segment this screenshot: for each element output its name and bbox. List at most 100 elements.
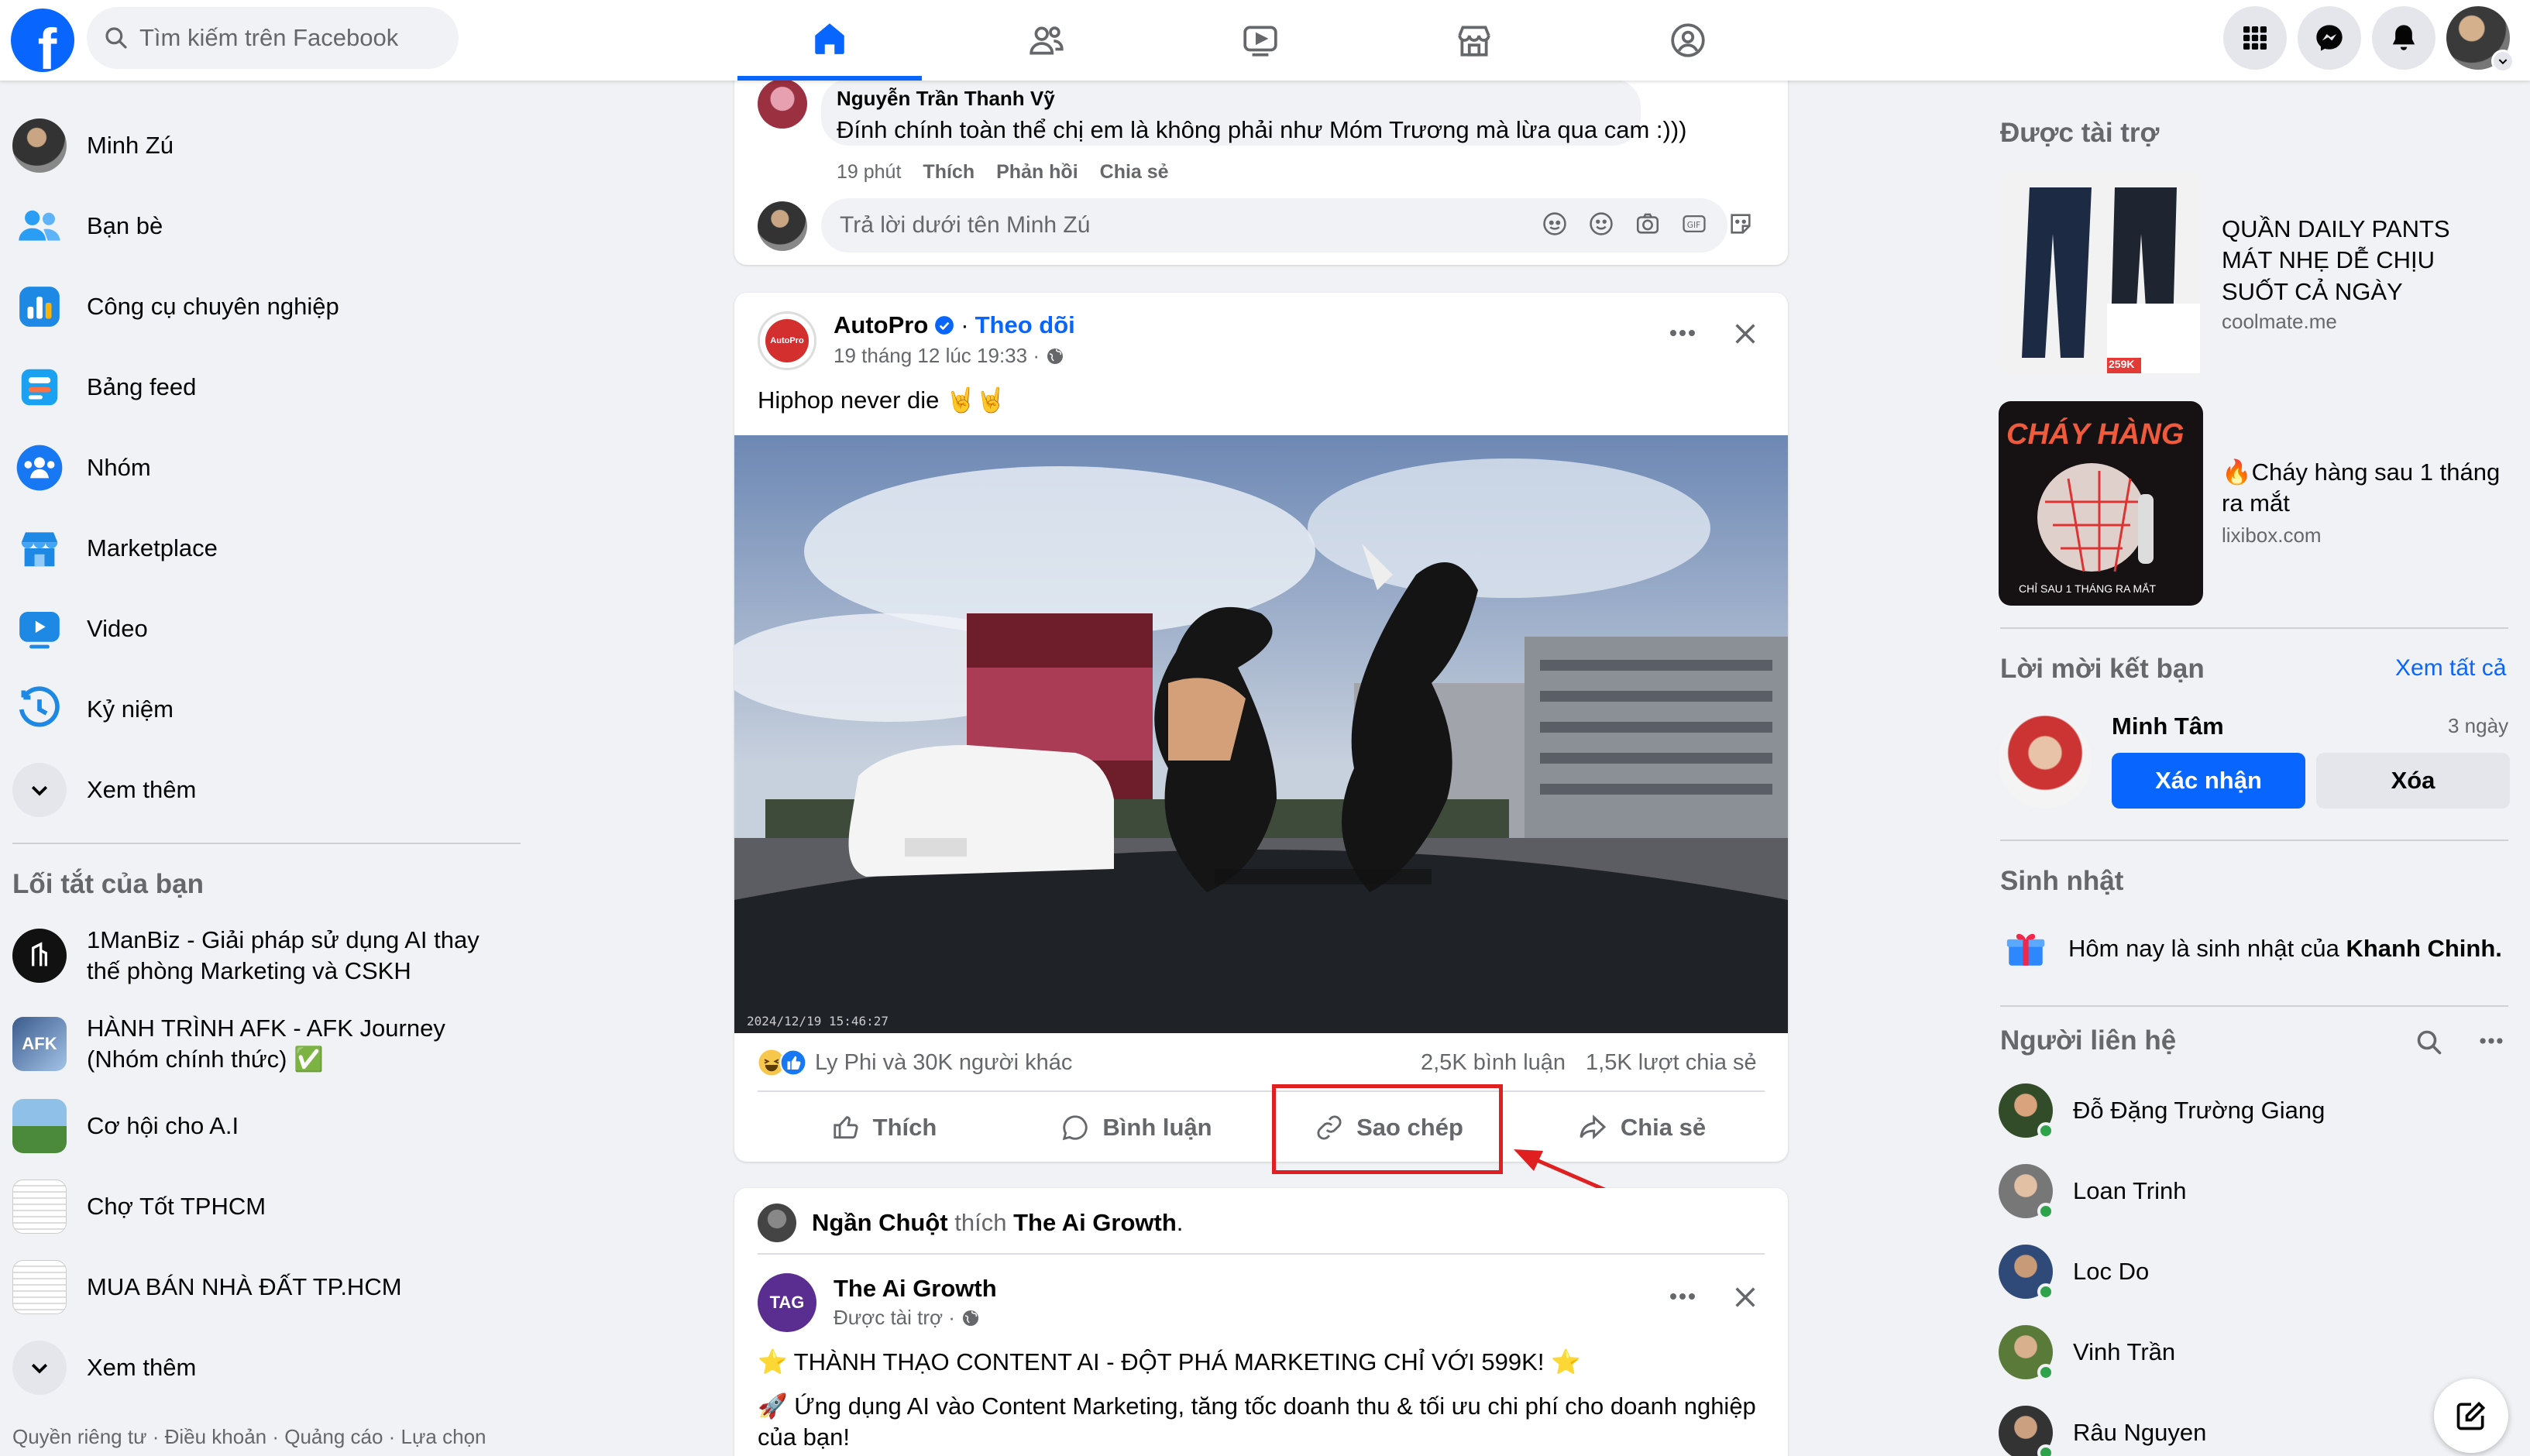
activity-page[interactable]: The Ai Growth — [1013, 1209, 1177, 1236]
camera-icon[interactable] — [1635, 211, 1661, 237]
sidebar-item-friends[interactable]: Bạn bè — [12, 189, 516, 263]
comment-button[interactable]: Bình luận — [1010, 1097, 1263, 1159]
messenger-button[interactable] — [2298, 6, 2361, 70]
shortcut-item[interactable]: Chợ Tốt TPHCM — [12, 1169, 516, 1244]
notifications-button[interactable] — [2372, 6, 2435, 70]
gif-icon[interactable]: GIF — [1681, 211, 1707, 237]
post-author[interactable]: The Ai Growth — [834, 1275, 997, 1303]
ai-growth-logo[interactable]: TAG — [758, 1273, 816, 1332]
sidebar-item-memories[interactable]: Kỷ niệm — [12, 672, 516, 747]
shortcut-item[interactable]: Cơ hội cho A.I — [12, 1089, 516, 1163]
search-placeholder: Tìm kiếm trên Facebook — [139, 24, 399, 51]
sidebar-item-label: Marketplace — [87, 534, 218, 561]
facebook-logo-icon[interactable]: f — [11, 9, 74, 72]
gaming-profile-icon — [1671, 23, 1705, 57]
confirm-button[interactable]: Xác nhận — [2112, 753, 2305, 809]
contact-item[interactable]: Vinh Trần — [1999, 1315, 2175, 1389]
ad-domain[interactable]: lixibox.com — [2222, 524, 2322, 548]
ad-domain[interactable]: coolmate.me — [2222, 310, 2337, 334]
sidebar-item-profile[interactable]: Minh Zú — [12, 108, 516, 183]
tab-friends[interactable] — [954, 0, 1139, 81]
avatar[interactable] — [758, 79, 807, 129]
activity-user[interactable]: Ngần Chuột — [812, 1209, 948, 1236]
comment-author[interactable]: Nguyễn Trần Thanh Vỹ — [837, 87, 1055, 111]
contact-name: Loc Do — [2073, 1258, 2150, 1285]
birthday-name[interactable]: Khanh Chinh. — [2346, 935, 2501, 962]
search-input[interactable]: Tìm kiếm trên Facebook — [87, 7, 459, 69]
chevron-down-icon — [12, 1341, 67, 1395]
sidebar-see-more-button[interactable]: Xem thêm — [12, 753, 516, 827]
sidebar-item-marketplace[interactable]: Marketplace — [12, 511, 516, 585]
shortcuts-see-more-button[interactable]: Xem thêm — [12, 1331, 516, 1405]
comment-share-button[interactable]: Chia sẻ — [1100, 161, 1169, 184]
reaction-summary[interactable]: Ly Phi và 30K người khác — [815, 1050, 1072, 1076]
group-thumbnail — [12, 1180, 67, 1234]
post-author[interactable]: AutoPro — [834, 311, 928, 339]
delete-button[interactable]: Xóa — [2316, 753, 2510, 809]
more-options-icon[interactable] — [1665, 1289, 1700, 1304]
contact-item[interactable]: Đỗ Đặng Trường Giang — [1999, 1073, 2325, 1148]
bell-icon — [2392, 25, 2415, 50]
shortcut-item[interactable]: MUA BÁN NHÀ ĐẤT TP.HCM — [12, 1250, 516, 1324]
sidebar-item-label: Kỷ niệm — [87, 695, 174, 723]
contacts-heading: Người liên hệ — [2000, 1025, 2177, 1056]
online-status-dot — [2037, 1364, 2054, 1381]
tab-home[interactable] — [737, 0, 922, 81]
ad-title[interactable]: 🔥Cháy hàng sau 1 tháng ra mắt — [2222, 457, 2501, 520]
footer-links[interactable]: Quyền riêng tư · Điều khoản · Quảng cáo … — [12, 1425, 486, 1449]
sidebar-item-professional-tools[interactable]: Công cụ chuyên nghiệp — [12, 270, 516, 344]
contact-item[interactable]: Loan Trinh — [1999, 1154, 2187, 1228]
sponsored-label[interactable]: Được tài trợ · — [834, 1306, 955, 1330]
ad-image-pants[interactable]: 259K — [1999, 172, 2203, 376]
comment-label: Bình luận — [1102, 1114, 1212, 1141]
online-status-dot — [2037, 1444, 2054, 1456]
sidebar-item-groups[interactable]: Nhóm — [12, 431, 516, 505]
compose-icon — [2456, 1401, 2486, 1430]
ad-image-product[interactable]: CHÁY HÀNG CHỈ SAU 1 THÁNG RA MẮT — [1999, 401, 2203, 606]
sidebar-item-label: Bảng feed — [87, 373, 197, 400]
comment-count[interactable]: 2,5K bình luận — [1421, 1050, 1566, 1076]
share-count[interactable]: 1,5K lượt chia sẻ — [1586, 1050, 1757, 1076]
tab-marketplace[interactable] — [1382, 0, 1566, 81]
contact-item[interactable]: Râu Nguyen — [1999, 1396, 2206, 1456]
comment-like-button[interactable]: Thích — [923, 161, 975, 184]
search-icon — [105, 27, 127, 49]
avatar — [1999, 1325, 2054, 1381]
new-message-button[interactable] — [2434, 1379, 2508, 1453]
request-time: 3 ngày — [2448, 714, 2509, 737]
request-name[interactable]: Minh Tâm — [2112, 713, 2224, 740]
shortcut-item[interactable]: 1ManBiz - Giải pháp sử dụng AI thay thế … — [12, 919, 516, 993]
comment-reply-button[interactable]: Phản hồi — [996, 161, 1078, 184]
shortcut-item[interactable]: AFK HÀNH TRÌNH AFK - AFK Journey (Nhóm c… — [12, 1007, 516, 1081]
close-icon[interactable] — [1732, 1284, 1758, 1310]
avatar-sticker-icon[interactable] — [1542, 211, 1568, 237]
avatar — [1999, 1164, 2054, 1220]
emoji-icon[interactable] — [1588, 211, 1614, 237]
close-icon[interactable] — [1732, 321, 1758, 347]
post-video[interactable]: 2024/12/19 15:46:27 — [734, 435, 1788, 1033]
more-options-icon[interactable] — [2476, 1033, 2507, 1049]
chevron-down-icon — [12, 763, 67, 817]
tab-gaming[interactable] — [1596, 0, 1780, 81]
tab-video[interactable] — [1168, 0, 1353, 81]
account-avatar[interactable] — [2446, 6, 2515, 73]
like-button[interactable]: Thích — [758, 1097, 1010, 1159]
more-options-icon[interactable] — [1665, 325, 1700, 341]
sidebar-item-video[interactable]: Video — [12, 592, 516, 666]
post-time[interactable]: 19 tháng 12 lúc 19:33 · — [834, 344, 1040, 368]
highlight-box — [1272, 1084, 1503, 1174]
see-all-link[interactable]: Xem tất cả — [2395, 655, 2506, 682]
menu-button[interactable] — [2223, 6, 2287, 70]
sidebar-item-label: Xem thêm — [87, 776, 197, 803]
birthday-row[interactable]: Hôm nay là sinh nhật của Khanh Chinh. — [2003, 926, 2502, 971]
sticker-icon[interactable] — [1727, 211, 1754, 237]
ad-title[interactable]: QUẦN DAILY PANTS MÁT NHẸ DỄ CHỊU SUỐT CẢ… — [2222, 214, 2501, 307]
comment-time: 19 phút — [837, 161, 902, 183]
contact-item[interactable]: Loc Do — [1999, 1235, 2149, 1309]
avatar[interactable] — [1999, 716, 2092, 809]
follow-button[interactable]: Theo dõi — [975, 311, 1075, 339]
avatar[interactable] — [758, 1204, 796, 1242]
search-icon[interactable] — [2415, 1028, 2443, 1056]
sidebar-item-feeds[interactable]: Bảng feed — [12, 350, 516, 424]
autopro-logo[interactable]: AutoPro — [758, 311, 816, 370]
